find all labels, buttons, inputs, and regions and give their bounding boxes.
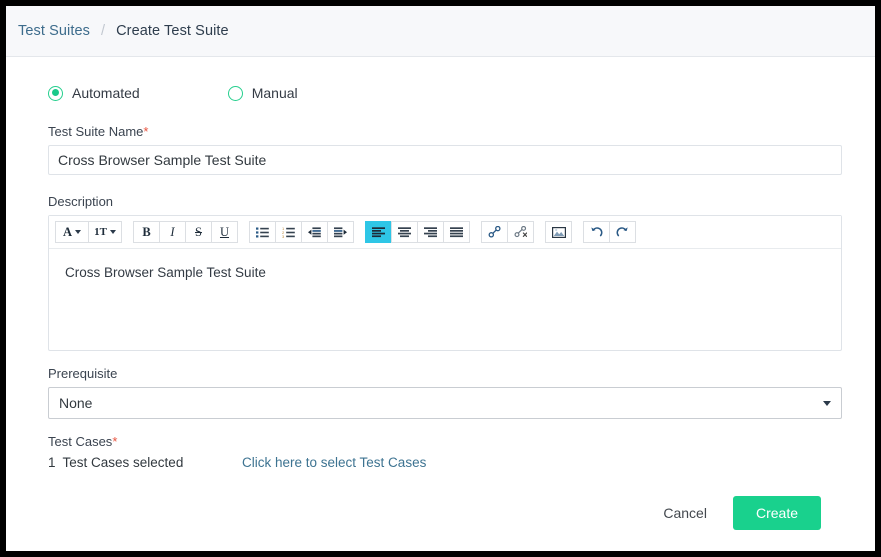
indent-icon[interactable] [327,221,354,243]
bold-icon[interactable]: B [133,221,160,243]
suite-type-radio-group: Automated Manual [48,85,849,101]
radio-button-icon[interactable] [48,86,63,101]
prerequisite-select[interactable]: None [48,387,842,419]
insert-image-icon[interactable] [545,221,572,243]
unordered-list-icon[interactable] [249,221,276,243]
test-cases-row: 1 Test Cases selected Click here to selec… [48,455,849,470]
font-style-icon[interactable]: 1T [88,221,122,243]
toolbar-group-image [545,221,572,243]
undo-icon[interactable] [583,221,610,243]
test-suite-name-label: Test Suite Name* [48,124,849,139]
label-text: Test Suite Name [48,124,143,139]
app-window: Test Suites / Create Test Suite Automate… [6,6,875,551]
prerequisite-select-wrapper: None [48,387,842,419]
radio-option-manual[interactable]: Manual [228,85,298,101]
breadcrumb-link-test-suites[interactable]: Test Suites [18,23,90,39]
selected-count-number: 1 [48,455,56,470]
radio-option-automated[interactable]: Automated [48,85,140,101]
test-cases-label: Test Cases* [48,434,849,449]
insert-link-icon[interactable] [481,221,508,243]
create-button[interactable]: Create [733,496,821,530]
create-test-suite-form: Automated Manual Test Suite Name* Descri… [6,57,875,530]
toolbar-group-link [481,221,534,243]
form-actions: Cancel Create [48,496,849,530]
required-asterisk: * [112,434,117,449]
toolbar-group-align [365,221,470,243]
align-left-icon[interactable] [365,221,392,243]
test-suite-name-input[interactable] [48,145,842,175]
outdent-icon[interactable] [301,221,328,243]
breadcrumb-separator: / [101,23,105,39]
redo-icon[interactable] [609,221,636,243]
selected-count-text: Test Cases selected [63,455,184,470]
ordered-list-icon[interactable]: 1 2 3 [275,221,302,243]
cancel-button[interactable]: Cancel [649,497,721,529]
select-test-cases-link[interactable]: Click here to select Test Cases [242,455,426,470]
toolbar-group-font: A 1T [55,221,122,243]
radio-label-manual: Manual [252,85,298,101]
unlink-icon[interactable] [507,221,534,243]
align-center-icon[interactable] [391,221,418,243]
underline-icon[interactable]: U [211,221,238,243]
strikethrough-icon[interactable]: S [185,221,212,243]
align-justify-icon[interactable] [443,221,470,243]
toolbar-group-lists: 1 2 3 [249,221,354,243]
toolbar-group-history [583,221,636,243]
align-right-icon[interactable] [417,221,444,243]
radio-button-icon[interactable] [228,86,243,101]
text-color-icon[interactable]: A [55,221,89,243]
required-asterisk: * [143,124,148,139]
label-text: Test Cases [48,434,112,449]
editor-toolbar: A 1T B I S U [49,216,841,249]
svg-text:3: 3 [282,234,285,238]
test-cases-selected-count: 1 Test Cases selected [48,455,242,470]
toolbar-group-style: B I S U [133,221,238,243]
prerequisite-label: Prerequisite [48,366,849,381]
description-label: Description [48,194,849,209]
breadcrumb-current-page: Create Test Suite [116,23,229,39]
radio-label-automated: Automated [72,85,140,101]
italic-icon[interactable]: I [159,221,186,243]
breadcrumb: Test Suites / Create Test Suite [6,6,875,57]
description-editor: A 1T B I S U [48,215,842,351]
description-editor-content[interactable]: Cross Browser Sample Test Suite [49,249,841,350]
